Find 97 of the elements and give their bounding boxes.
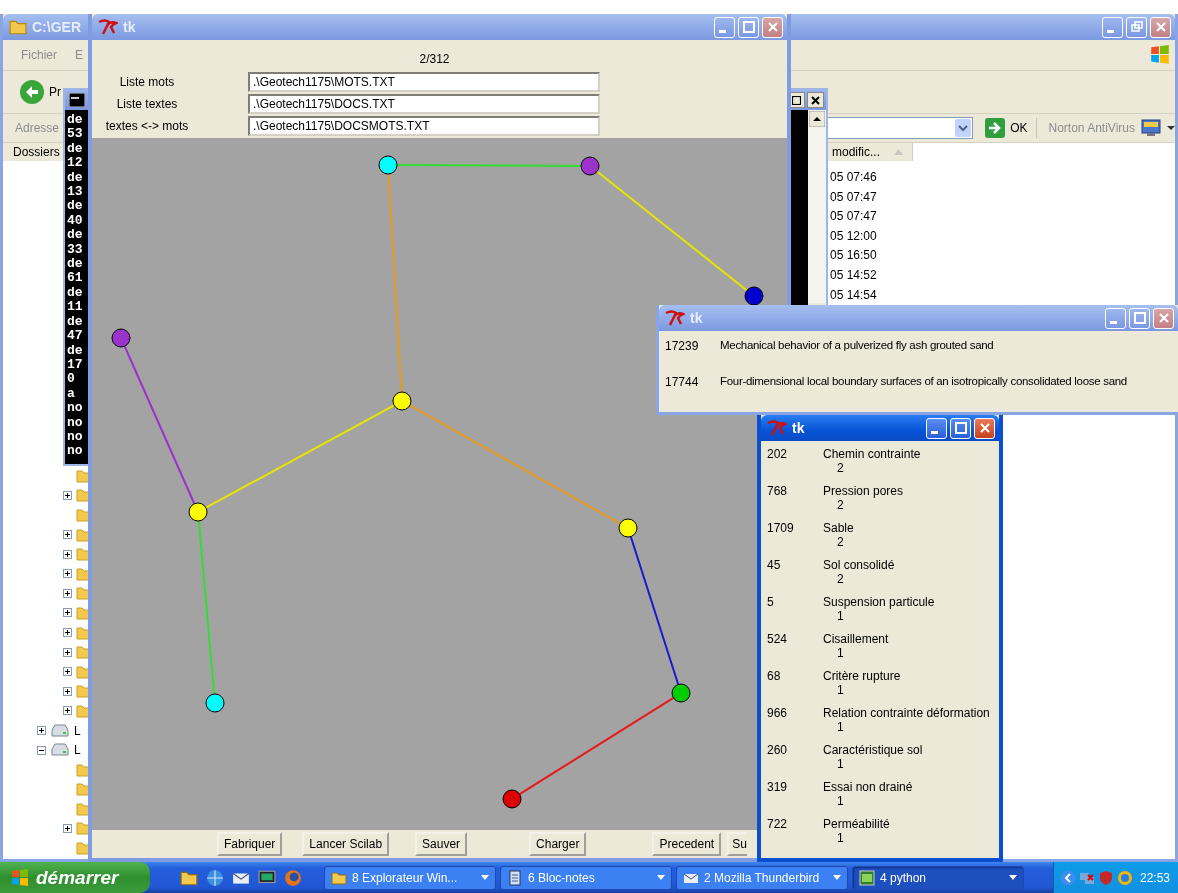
console-line: 0 bbox=[66, 372, 75, 387]
term-label: Chemin contrainte bbox=[823, 447, 921, 461]
path-field[interactable]: .\Geotech1175\DOCSMOTS.TXT bbox=[248, 116, 600, 136]
clock: 22:53 bbox=[1139, 870, 1170, 885]
start-button[interactable]: démarrer bbox=[0, 862, 150, 893]
toolbar-label: Norton AntiVirus bbox=[1048, 121, 1135, 135]
console-line: no bbox=[66, 415, 83, 430]
term-label: Relation contrainte déformation bbox=[823, 706, 990, 720]
console-line: 17 bbox=[66, 357, 83, 373]
term-label: Perméabilité bbox=[823, 817, 890, 831]
date-cell-text: 05 16:50 bbox=[829, 247, 878, 265]
tree-item-label[interactable]: L bbox=[74, 743, 81, 758]
field-label: Liste mots bbox=[118, 75, 176, 89]
console-line: de bbox=[66, 257, 83, 272]
action-button[interactable]: Su bbox=[727, 832, 748, 856]
back-button[interactable]: Pr bbox=[19, 79, 61, 105]
date-cell-text: 05 07:47 bbox=[829, 188, 878, 206]
term-count: 1 bbox=[836, 609, 845, 623]
console-line: de bbox=[66, 228, 83, 243]
console-line: 13 bbox=[66, 185, 83, 200]
term-count: 2 bbox=[836, 498, 845, 512]
window-title: tk bbox=[123, 19, 136, 35]
tree-item-label[interactable]: L bbox=[74, 723, 81, 738]
taskbar-button[interactable]: 2 Mozilla Thunderbird bbox=[676, 865, 848, 890]
console-line: de bbox=[66, 113, 83, 128]
address-label: Adresse bbox=[15, 121, 60, 135]
term-id: 722 bbox=[767, 817, 789, 833]
document-title: Four-dimensional local boundary surfaces of an isotropically consolidated loose sand bbox=[720, 375, 1127, 387]
term-label: Critère rupture bbox=[823, 669, 901, 683]
taskbar-button[interactable]: 8 Explorateur Win... bbox=[324, 865, 496, 890]
date-cell-text: 05 07:47 bbox=[829, 208, 878, 226]
term-label: Cisaillement bbox=[823, 632, 889, 646]
window-title: tk bbox=[690, 310, 703, 326]
term-count: 2 bbox=[836, 461, 845, 475]
console-line: de bbox=[66, 314, 83, 330]
console-line: no bbox=[66, 444, 83, 459]
path-field[interactable]: .\Geotech1175\MOTS.TXT bbox=[248, 72, 600, 92]
action-button[interactable]: Sauver bbox=[415, 832, 468, 856]
console-line: 40 bbox=[66, 213, 83, 229]
term-count: 1 bbox=[836, 683, 845, 697]
window-title: C:\GER bbox=[32, 19, 81, 35]
action-button[interactable]: Charger bbox=[529, 832, 587, 856]
console-line: 11 bbox=[66, 300, 83, 315]
term-id: 68 bbox=[767, 669, 782, 685]
term-label: Sol consolidé bbox=[823, 558, 895, 572]
console-line: 47 bbox=[66, 329, 83, 344]
document-title: Mechanical behavior of a pulverized fly ash grouted sand bbox=[720, 339, 994, 351]
taskbar-button[interactable]: 6 Bloc-notes bbox=[500, 865, 672, 890]
action-button[interactable]: Lancer Scilab bbox=[302, 832, 390, 856]
console-line: no bbox=[66, 429, 83, 445]
term-label: Sable bbox=[823, 521, 854, 535]
console-line: de bbox=[66, 343, 83, 358]
term-id: 768 bbox=[767, 484, 789, 500]
date-cell-text: 05 07:46 bbox=[829, 169, 878, 186]
term-id: 524 bbox=[767, 632, 789, 648]
term-count: 1 bbox=[836, 720, 845, 734]
date-cell-text: 05 12:00 bbox=[829, 227, 878, 245]
term-label: Pression pores bbox=[823, 484, 904, 498]
go-button[interactable]: OK bbox=[979, 118, 1037, 138]
console-line: 12 bbox=[66, 156, 83, 171]
console-line: de bbox=[66, 170, 83, 186]
term-count: 1 bbox=[836, 757, 845, 771]
term-id: 260 bbox=[767, 743, 789, 759]
term-id: 5 bbox=[767, 595, 775, 611]
document-id: 17744 bbox=[665, 375, 700, 389]
term-id: 966 bbox=[767, 706, 789, 722]
field-label: Liste textes bbox=[115, 97, 179, 111]
field-label: textes <-> mots bbox=[104, 119, 190, 133]
term-id: 319 bbox=[767, 780, 789, 796]
console-line: 61 bbox=[66, 271, 83, 286]
term-count: 2 bbox=[836, 535, 845, 549]
action-button[interactable]: Precedent bbox=[652, 832, 722, 856]
console-line: a bbox=[66, 386, 75, 402]
console-line: de bbox=[66, 199, 83, 214]
console-line: de bbox=[66, 141, 83, 157]
term-label: Essai non drainé bbox=[823, 780, 913, 794]
term-id: 45 bbox=[767, 558, 782, 574]
action-button[interactable]: Fabriquer bbox=[217, 832, 283, 856]
term-label: Suspension particule bbox=[823, 595, 935, 609]
term-label: Caractéristique sol bbox=[823, 743, 923, 757]
console-line: 33 bbox=[66, 242, 83, 258]
term-count: 1 bbox=[836, 794, 845, 808]
console-line: de bbox=[66, 285, 83, 301]
console-line: no bbox=[66, 401, 83, 416]
term-count: 1 bbox=[836, 646, 845, 660]
date-cell-text: 05 14:54 bbox=[829, 286, 878, 304]
term-count: 2 bbox=[836, 572, 845, 586]
term-id: 1709 bbox=[767, 521, 795, 537]
page-counter: 2/312 bbox=[418, 51, 451, 68]
document-id: 17239 bbox=[665, 339, 700, 353]
term-count: 1 bbox=[836, 831, 845, 845]
window-title: tk bbox=[792, 420, 805, 436]
date-cell-text: 05 14:52 bbox=[829, 266, 878, 284]
term-id: 202 bbox=[767, 447, 789, 463]
taskbar-button[interactable]: 4 python bbox=[852, 865, 1024, 890]
path-field[interactable]: .\Geotech1175\DOCS.TXT bbox=[248, 94, 600, 114]
console-line: 53 bbox=[66, 127, 83, 142]
